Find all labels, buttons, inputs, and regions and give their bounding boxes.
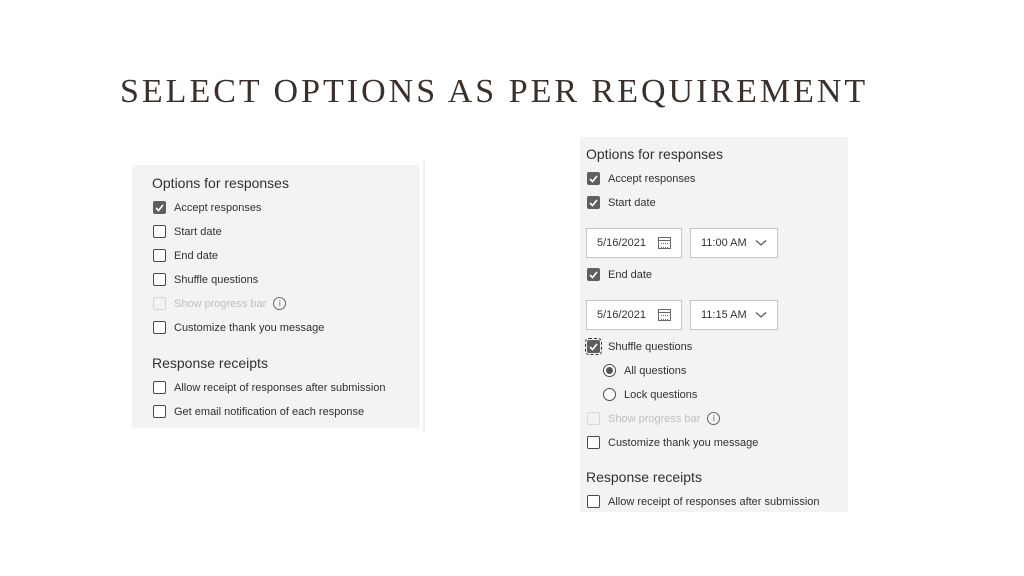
accept-responses-label: Accept responses — [174, 201, 262, 214]
slide-title: SELECT OPTIONS AS PER REQUIREMENT — [120, 73, 869, 110]
all-questions-radio-option[interactable]: All questions — [603, 364, 686, 377]
options-for-responses-heading: Options for responses — [152, 175, 289, 191]
shuffle-questions-checkbox[interactable] — [585, 338, 602, 355]
allow-receipt-option[interactable]: Allow receipt of responses after submiss… — [587, 495, 820, 508]
lock-questions-label: Lock questions — [624, 388, 698, 401]
shuffle-questions-option[interactable]: Shuffle questions — [585, 338, 693, 355]
allow-receipt-checkbox[interactable] — [587, 495, 600, 508]
shuffle-questions-label: Shuffle questions — [608, 340, 693, 353]
end-date-option[interactable]: End date — [587, 268, 652, 281]
allow-receipt-checkbox[interactable] — [153, 381, 166, 394]
end-date-checkbox[interactable] — [587, 268, 600, 281]
accept-responses-checkbox[interactable] — [153, 201, 166, 214]
customize-thank-you-label: Customize thank you message — [174, 321, 325, 334]
email-notification-checkbox[interactable] — [153, 405, 166, 418]
show-progress-bar-checkbox — [153, 297, 166, 310]
shuffle-questions-option[interactable]: Shuffle questions — [153, 273, 258, 286]
start-date-option[interactable]: Start date — [587, 196, 656, 209]
customize-thank-you-option[interactable]: Customize thank you message — [153, 321, 324, 334]
start-time-value: 11:00 AM — [701, 237, 747, 249]
start-date-checkbox[interactable] — [587, 196, 600, 209]
all-questions-radio[interactable] — [603, 364, 616, 377]
options-panel-default: Options for responses Accept responses S… — [132, 165, 420, 428]
email-notification-label: Get email notification of each response — [174, 405, 365, 418]
check-icon — [589, 174, 598, 183]
accept-responses-checkbox[interactable] — [587, 172, 600, 185]
start-date-value: 5/16/2021 — [597, 237, 646, 249]
customize-thank-you-checkbox[interactable] — [587, 436, 600, 449]
end-date-label: End date — [608, 268, 653, 281]
customize-thank-you-label: Customize thank you message — [608, 436, 759, 449]
customize-thank-you-option[interactable]: Customize thank you message — [587, 436, 758, 449]
response-receipts-heading: Response receipts — [152, 355, 268, 371]
check-icon — [589, 342, 598, 351]
lock-questions-radio-option[interactable]: Lock questions — [603, 388, 697, 401]
allow-receipt-option[interactable]: Allow receipt of responses after submiss… — [153, 381, 386, 394]
accept-responses-option[interactable]: Accept responses — [587, 172, 695, 185]
options-for-responses-heading: Options for responses — [586, 146, 723, 162]
calendar-icon[interactable] — [658, 237, 671, 249]
accept-responses-label: Accept responses — [608, 172, 696, 185]
response-receipts-heading: Response receipts — [586, 469, 702, 485]
end-date-checkbox[interactable] — [153, 249, 166, 262]
end-time-value: 11:15 AM — [701, 309, 747, 321]
email-notification-option[interactable]: Get email notification of each response — [153, 405, 364, 418]
check-icon — [155, 203, 164, 212]
show-progress-bar-checkbox — [587, 412, 600, 425]
allow-receipt-label: Allow receipt of responses after submiss… — [608, 495, 820, 508]
end-date-input[interactable]: 5/16/2021 — [586, 300, 682, 330]
end-date-label: End date — [174, 249, 219, 262]
start-date-option[interactable]: Start date — [153, 225, 222, 238]
show-progress-bar-option: Show progress bar i — [153, 297, 287, 310]
info-icon[interactable]: i — [273, 297, 287, 310]
info-icon[interactable]: i — [707, 412, 721, 425]
check-icon — [589, 270, 598, 279]
allow-receipt-label: Allow receipt of responses after submiss… — [174, 381, 386, 394]
start-date-checkbox[interactable] — [153, 225, 166, 238]
start-date-label: Start date — [174, 225, 222, 238]
shuffle-questions-checkbox[interactable] — [153, 273, 166, 286]
end-time-dropdown[interactable]: 11:15 AM — [690, 300, 778, 330]
panel-divider — [423, 160, 425, 432]
chevron-down-icon — [755, 312, 767, 318]
start-date-input[interactable]: 5/16/2021 — [586, 228, 682, 258]
check-icon — [589, 198, 598, 207]
show-progress-bar-label: Show progress bar — [174, 297, 267, 310]
chevron-down-icon — [755, 240, 767, 246]
options-panel-configured: Options for responses Accept responses S… — [580, 137, 848, 512]
customize-thank-you-checkbox[interactable] — [153, 321, 166, 334]
show-progress-bar-option: Show progress bar i — [587, 412, 721, 425]
end-date-value: 5/16/2021 — [597, 309, 646, 321]
start-date-label: Start date — [608, 196, 656, 209]
calendar-icon[interactable] — [658, 309, 671, 321]
shuffle-questions-label: Shuffle questions — [174, 273, 259, 286]
start-time-dropdown[interactable]: 11:00 AM — [690, 228, 778, 258]
lock-questions-radio[interactable] — [603, 388, 616, 401]
end-date-option[interactable]: End date — [153, 249, 218, 262]
show-progress-bar-label: Show progress bar — [608, 412, 701, 425]
all-questions-label: All questions — [624, 364, 687, 377]
accept-responses-option[interactable]: Accept responses — [153, 201, 261, 214]
